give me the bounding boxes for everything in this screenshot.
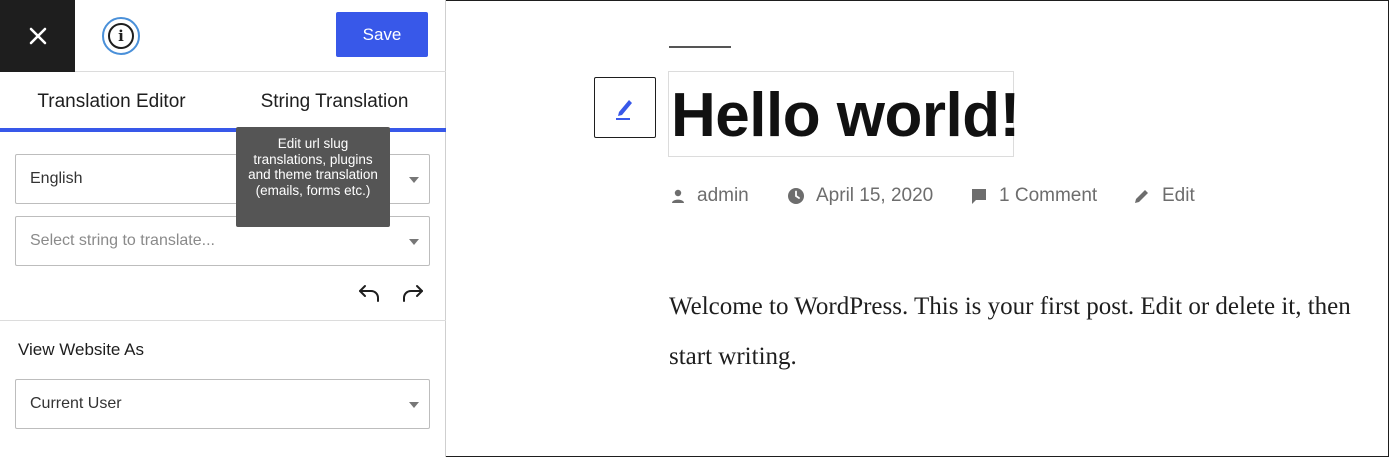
post-edit-link[interactable]: Edit <box>1133 184 1195 208</box>
info-button[interactable]: i <box>102 17 140 55</box>
post-date: April 15, 2020 <box>816 185 934 206</box>
pencil-icon <box>616 99 632 120</box>
save-button[interactable]: Save <box>336 12 428 57</box>
edit-translation-button[interactable] <box>594 77 656 138</box>
view-as-select[interactable]: Current User <box>15 379 430 429</box>
view-as-select-value: Current User <box>30 395 122 412</box>
post-content: Welcome to WordPress. This is your first… <box>669 293 1351 370</box>
post-edit: Edit <box>1162 185 1195 206</box>
comment-icon <box>972 189 986 204</box>
string-translation-tooltip: Edit url slug translations, plugins and … <box>236 127 390 227</box>
post-comments: 1 Comment <box>999 185 1098 206</box>
info-icon: i <box>108 23 134 49</box>
post-date-link[interactable]: April 15, 2020 <box>787 184 933 208</box>
tab-translation-editor[interactable]: Translation Editor <box>0 73 223 131</box>
undo-icon <box>359 285 379 302</box>
chevron-down-icon <box>409 402 419 408</box>
person-icon <box>672 189 684 203</box>
language-select-value: English <box>30 170 83 187</box>
title-separator <box>669 46 731 48</box>
translation-sidebar: i Save Translation Editor String Transla… <box>0 0 446 457</box>
clock-icon <box>788 188 804 204</box>
string-select-placeholder: Select string to translate... <box>30 232 215 249</box>
sidebar-topbar: i Save <box>0 0 446 72</box>
chevron-down-icon <box>409 239 419 245</box>
post-comments-link[interactable]: 1 Comment <box>970 184 1097 208</box>
view-website-as-label: View Website As <box>18 340 144 359</box>
chevron-down-icon <box>409 177 419 183</box>
post-title[interactable]: Hello world! <box>671 78 1020 154</box>
post-author-link[interactable]: admin <box>670 184 749 208</box>
undo-button[interactable] <box>357 283 381 303</box>
redo-button[interactable] <box>401 283 425 303</box>
redo-icon <box>403 285 423 302</box>
section-divider <box>0 320 446 321</box>
editor-tabs: Translation Editor String Translation <box>0 73 446 132</box>
pencil-icon <box>1135 190 1148 203</box>
tab-string-translation[interactable]: String Translation <box>223 73 446 131</box>
post-author: admin <box>697 185 749 206</box>
close-button[interactable] <box>0 0 75 72</box>
close-icon <box>29 27 46 45</box>
